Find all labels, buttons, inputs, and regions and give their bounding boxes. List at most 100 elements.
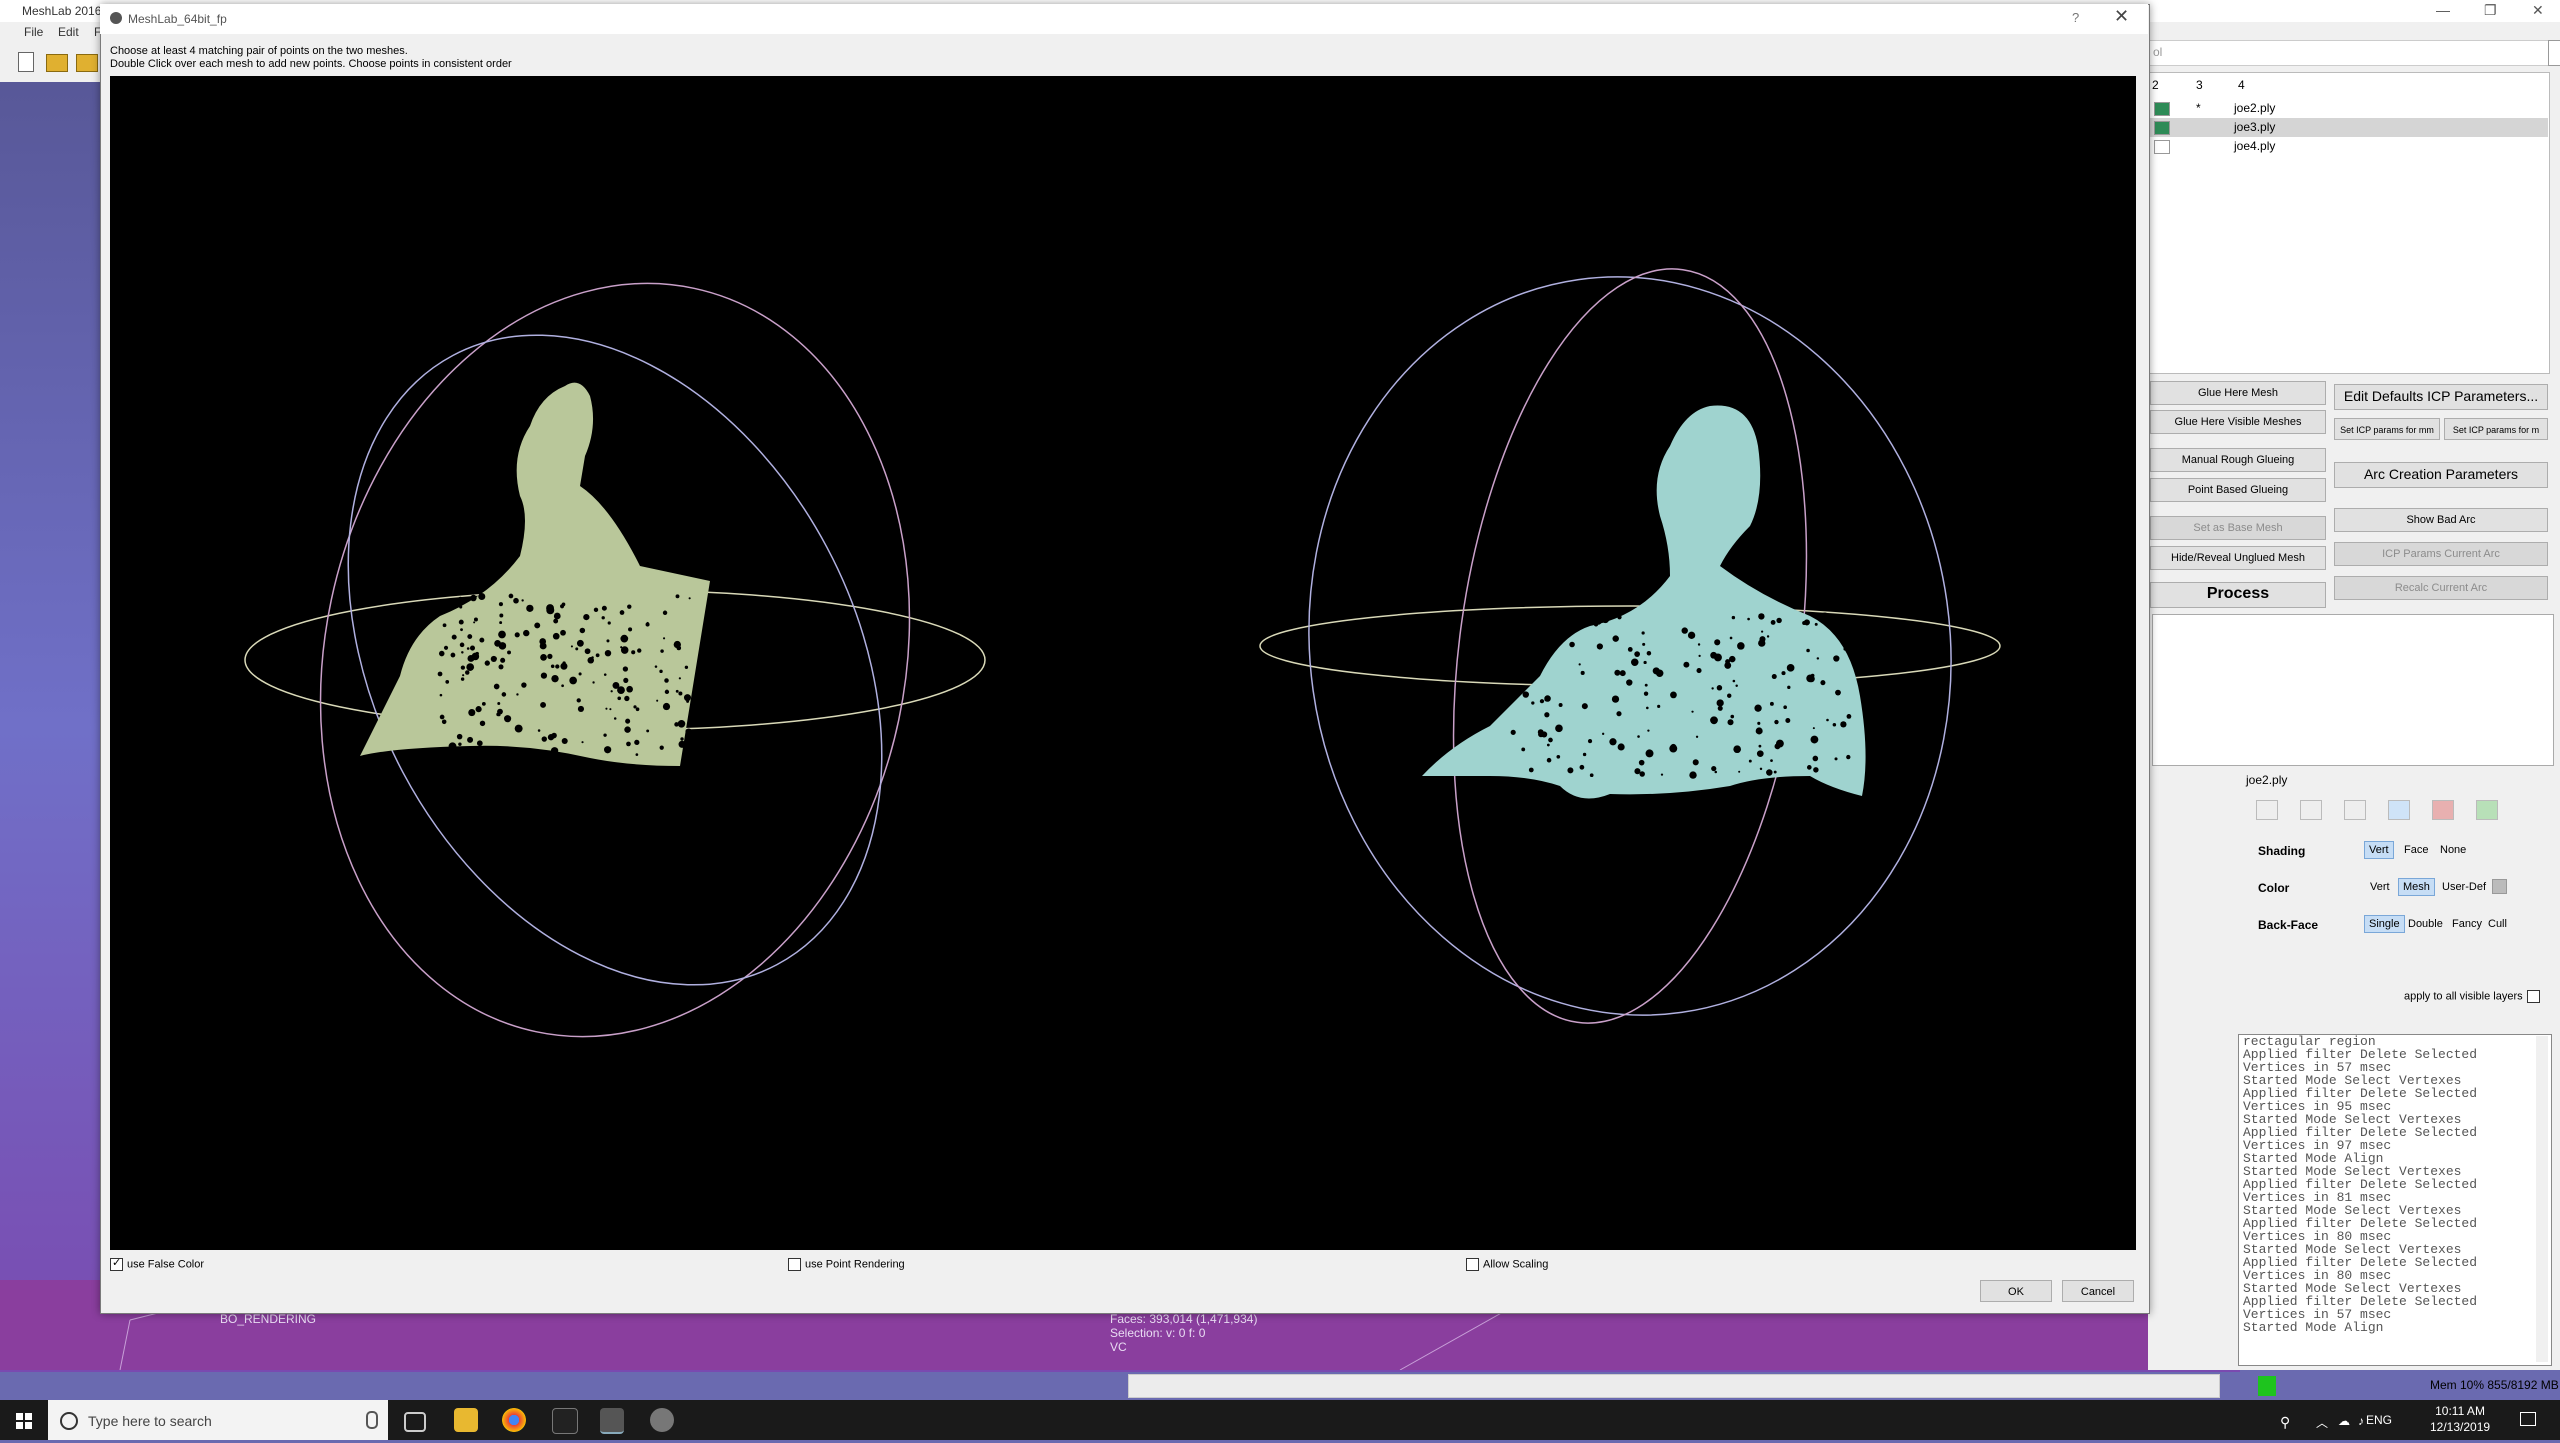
people-icon[interactable]: ⚲: [2280, 1414, 2290, 1431]
color-mesh-option[interactable]: Mesh: [2398, 878, 2435, 896]
minimize-button[interactable]: —: [2436, 2, 2450, 18]
mesh-hole: [553, 733, 557, 736]
ok-button[interactable]: OK: [1980, 1280, 2052, 1302]
set-icp-m-button[interactable]: Set ICP params for m: [2444, 418, 2548, 440]
color-userdef-option[interactable]: User-Def: [2438, 879, 2490, 895]
show-bad-arc-button[interactable]: Show Bad Arc: [2334, 508, 2548, 532]
point-based-glueing-button[interactable]: Point Based Glueing: [2150, 478, 2326, 502]
apply-all-row[interactable]: apply to all visible layers: [2404, 990, 2540, 1003]
dock-float-button[interactable]: [2548, 40, 2560, 66]
volume-icon[interactable]: ♪: [2358, 1414, 2364, 1428]
use-point-rendering-option[interactable]: use Point Rendering: [788, 1258, 905, 1271]
use-false-color-checkbox[interactable]: [110, 1256, 123, 1271]
tray-chevron-icon[interactable]: ︿: [2316, 1414, 2328, 1431]
color-swatch[interactable]: [2492, 879, 2507, 894]
shading-none-option[interactable]: None: [2436, 842, 2470, 858]
manual-rough-glueing-button[interactable]: Manual Rough Glueing: [2150, 448, 2326, 472]
glue-here-mesh-button[interactable]: Glue Here Mesh: [2150, 381, 2326, 405]
task-view-icon[interactable]: [404, 1412, 426, 1432]
maximize-button[interactable]: ❐: [2484, 2, 2497, 19]
eye-icon[interactable]: [2154, 102, 2170, 116]
windows-icon[interactable]: [0, 1400, 48, 1440]
layer-row-joe3[interactable]: joe3.ply: [2148, 118, 2548, 137]
mesh-hole: [537, 729, 541, 732]
new-file-icon[interactable]: [18, 52, 34, 72]
allow-scaling-option[interactable]: Allow Scaling: [1466, 1258, 1548, 1271]
mesh-hole: [1773, 770, 1777, 774]
language-indicator[interactable]: ENG: [2366, 1413, 2392, 1427]
shading-face-option[interactable]: Face: [2400, 842, 2432, 858]
icp-params-current-arc-button[interactable]: ICP Params Current Arc: [2334, 542, 2548, 566]
mesh-hole: [1695, 735, 1699, 738]
layer-row-joe2[interactable]: * joe2.ply: [2148, 99, 2548, 118]
alignment-tree[interactable]: [2152, 614, 2554, 766]
help-button[interactable]: ?: [2072, 10, 2079, 25]
mesh-hole: [610, 690, 613, 693]
set-icp-mm-button[interactable]: Set ICP params for mm: [2334, 418, 2440, 440]
mesh-hole: [1687, 631, 1696, 639]
color-vert-option[interactable]: Vert: [2366, 879, 2394, 895]
mesh-hole: [627, 604, 632, 609]
mesh-hole: [561, 664, 567, 670]
mesh-hole: [686, 699, 690, 703]
import-folder-icon[interactable]: [76, 54, 98, 72]
mesh-hole: [1669, 744, 1678, 753]
arc-creation-params-button[interactable]: Arc Creation Parameters: [2334, 462, 2548, 488]
mesh-hole: [1558, 703, 1563, 708]
meshlab-taskbar-icon[interactable]: [600, 1408, 624, 1434]
solid-icon[interactable]: [2388, 800, 2410, 820]
eye-closed-icon[interactable]: [2154, 140, 2170, 154]
menu-edit[interactable]: Edit: [58, 25, 79, 39]
shading-vert-option[interactable]: Vert: [2364, 841, 2394, 859]
use-point-rendering-checkbox[interactable]: [788, 1258, 801, 1271]
current-mesh-label: joe2.ply: [2246, 773, 2288, 787]
recalc-current-arc-button[interactable]: Recalc Current Arc: [2334, 576, 2548, 600]
close-main-button[interactable]: ✕: [2532, 2, 2544, 19]
mesh-hole: [475, 706, 482, 713]
dialog-close-button[interactable]: ✕: [2114, 6, 2129, 27]
log-window[interactable]: rectagular region Applied filter Delete S…: [2238, 1034, 2552, 1366]
mesh-hole: [499, 621, 503, 625]
open-folder-icon[interactable]: [46, 54, 68, 72]
layer-row-joe4[interactable]: joe4.ply: [2148, 137, 2548, 156]
menu-file[interactable]: File: [24, 25, 43, 39]
terminal-icon[interactable]: [552, 1408, 578, 1434]
wireframe-icon[interactable]: [2344, 800, 2366, 820]
glue-visible-meshes-button[interactable]: Glue Here Visible Meshes: [2150, 410, 2326, 434]
clock[interactable]: 10:11 AM 12/13/2019: [2430, 1403, 2490, 1435]
cancel-button[interactable]: Cancel: [2062, 1280, 2134, 1302]
mesh-viewer-svg[interactable]: [110, 76, 2136, 1250]
mesh-hole: [479, 720, 486, 727]
texture-icon[interactable]: [2432, 800, 2454, 820]
left-mesh[interactable]: [360, 382, 710, 766]
notification-icon[interactable]: [2520, 1412, 2536, 1426]
backface-fancy-option[interactable]: Fancy: [2448, 916, 2486, 932]
selection-info: Selection: v: 0 f: 0: [1110, 1326, 1206, 1340]
start-button[interactable]: [0, 1400, 48, 1440]
allow-scaling-checkbox[interactable]: [1466, 1258, 1479, 1271]
mesh-hole: [540, 702, 547, 708]
chrome-icon[interactable]: [502, 1408, 526, 1432]
backface-single-option[interactable]: Single: [2364, 915, 2405, 933]
process-button[interactable]: Process: [2150, 582, 2326, 608]
hide-reveal-unglued-button[interactable]: Hide/Reveal Unglued Mesh: [2150, 546, 2326, 570]
decorator-icon[interactable]: [2476, 800, 2498, 820]
use-false-color-option[interactable]: use False Color: [110, 1256, 204, 1271]
backface-double-option[interactable]: Double: [2404, 916, 2447, 932]
eye-icon[interactable]: [2154, 121, 2170, 135]
edit-icp-params-button[interactable]: Edit Defaults ICP Parameters...: [2334, 384, 2548, 410]
mesh-hole: [1644, 683, 1648, 687]
backface-cull-option[interactable]: Cull: [2484, 916, 2511, 932]
app-taskbar-icon[interactable]: [650, 1408, 674, 1432]
apply-all-checkbox[interactable]: [2526, 990, 2540, 1003]
microphone-icon[interactable]: [366, 1411, 378, 1429]
mesh-viewer-canvas[interactable]: [110, 76, 2136, 1250]
box-icon[interactable]: [2256, 800, 2278, 820]
set-base-mesh-button[interactable]: Set as Base Mesh: [2150, 516, 2326, 540]
log-scrollbar[interactable]: [2536, 1036, 2548, 1362]
mesh-hole: [662, 610, 668, 615]
network-icon[interactable]: ☁: [2338, 1414, 2350, 1428]
file-explorer-icon[interactable]: [454, 1408, 478, 1432]
points-icon[interactable]: [2300, 800, 2322, 820]
right-mesh[interactable]: [1422, 405, 1866, 799]
